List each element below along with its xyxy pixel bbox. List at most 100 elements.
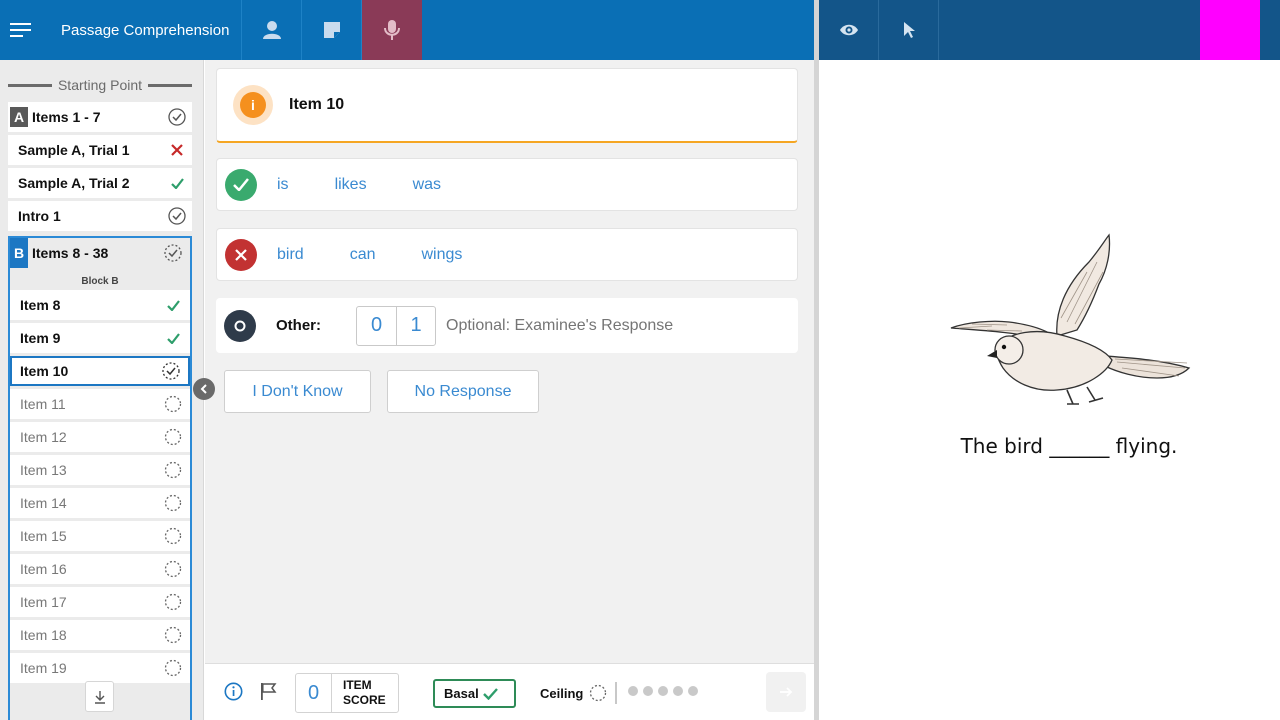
flag-button[interactable]	[260, 682, 277, 701]
sidebar-item-label: Item 17	[20, 594, 67, 610]
checkmark-icon	[156, 299, 190, 311]
stimulus-toolbar	[819, 0, 1280, 60]
x-icon	[162, 144, 192, 156]
response-word[interactable]: bird	[277, 246, 304, 264]
correct-icon	[225, 168, 257, 201]
sidebar-item-label: Item 15	[20, 528, 67, 544]
stimulus-sentence: The bird ______ flying.	[960, 434, 1178, 458]
item-score-box: 0 ITEM SCORE	[295, 673, 399, 713]
flag-icon	[261, 683, 277, 700]
notes-button[interactable]	[302, 0, 362, 60]
sidebar-item-label: Sample A, Trial 1	[18, 142, 130, 158]
sidebar-item-19[interactable]: Item 19	[10, 653, 190, 683]
top-toolbar: Passage Comprehension	[0, 0, 814, 60]
starting-point-label: Starting Point	[8, 76, 192, 94]
no-response-button[interactable]: No Response	[387, 370, 539, 413]
collapse-sidebar-button[interactable]	[193, 378, 215, 400]
view-button[interactable]	[819, 0, 879, 60]
score-1-button[interactable]: 1	[396, 306, 435, 345]
pending-circle-icon	[156, 395, 190, 413]
sidebar-item-label: Item 14	[20, 495, 67, 511]
sidebar-item-9[interactable]: Item 9	[10, 323, 190, 353]
other-icon	[224, 309, 256, 342]
sidebar-item-label: Item 9	[20, 330, 61, 346]
correct-responses-card: is likes was	[216, 158, 798, 211]
other-response-card: Other: 0 1	[216, 298, 798, 353]
block-a-badge: A	[10, 107, 28, 127]
pending-circle-icon	[156, 593, 190, 611]
pointer-button[interactable]	[879, 0, 939, 60]
response-word[interactable]: likes	[335, 176, 367, 194]
incorrect-icon	[225, 238, 257, 271]
pending-circle-icon	[156, 494, 190, 512]
incorrect-responses-card: bird can wings	[216, 228, 798, 281]
pending-circle-icon	[156, 527, 190, 545]
progress-dot	[688, 686, 698, 696]
response-word[interactable]: was	[413, 176, 441, 194]
progress-dot	[628, 686, 638, 696]
download-button[interactable]	[85, 681, 114, 712]
response-word[interactable]: wings	[421, 246, 462, 264]
sidebar-item-17[interactable]: Item 17	[10, 587, 190, 617]
other-score-selector: 0 1	[356, 305, 436, 346]
sidebar-item-15[interactable]: Item 15	[10, 521, 190, 551]
progress-dot	[643, 686, 653, 696]
in-progress-icon	[156, 244, 190, 262]
divider-line	[148, 83, 192, 87]
dont-know-button[interactable]: I Don't Know	[224, 370, 371, 413]
next-item-button[interactable]	[766, 672, 806, 712]
ceiling-indicator: Ceiling	[540, 680, 607, 706]
checkmark-icon	[162, 177, 192, 189]
block-b-badge: B	[10, 238, 28, 268]
sidebar-item-18[interactable]: Item 18	[10, 620, 190, 650]
block-a-header[interactable]: A Items 1 - 7	[8, 102, 192, 132]
check-circle-icon	[162, 207, 192, 225]
menu-button[interactable]	[0, 0, 42, 60]
info-button[interactable]	[224, 682, 243, 701]
sidebar-item-label: Item 11	[20, 396, 66, 412]
sidebar-item-label: Item 18	[20, 627, 67, 643]
checkmark-icon	[482, 687, 498, 700]
scoring-panel: i Item 10 is likes was bird can wings Ot…	[205, 60, 814, 663]
checkmark-icon	[156, 332, 190, 344]
magenta-marker	[1200, 0, 1260, 60]
response-word[interactable]: is	[277, 176, 289, 194]
sidebar-item-8[interactable]: Item 8	[10, 290, 190, 320]
examinee-response-input[interactable]	[446, 316, 766, 335]
sidebar-item-label: Intro 1	[18, 208, 61, 224]
sidebar-item-label: Item 12	[20, 429, 67, 445]
sidebar-item-16[interactable]: Item 16	[10, 554, 190, 584]
record-button[interactable]	[362, 0, 422, 60]
info-badge[interactable]: i	[233, 85, 273, 125]
note-icon	[323, 22, 340, 38]
item-score-label-line: SCORE	[343, 693, 386, 707]
item-header-card: i Item 10	[216, 68, 798, 143]
examinee-button[interactable]	[242, 0, 302, 60]
pending-circle-icon	[156, 461, 190, 479]
sidebar-item-intro-1[interactable]: Intro 1	[8, 201, 192, 231]
sidebar-item-label: Item 8	[20, 297, 61, 313]
sidebar-item-11[interactable]: Item 11	[10, 389, 190, 419]
sidebar-item-label: Item 10	[20, 363, 69, 379]
sidebar-item-13[interactable]: Item 13	[10, 455, 190, 485]
sidebar-item-label: Item 16	[20, 561, 67, 577]
sidebar-item-12[interactable]: Item 12	[10, 422, 190, 452]
basal-indicator: Basal	[433, 679, 516, 708]
starting-point-text: Starting Point	[57, 77, 143, 93]
arrow-right-icon	[780, 687, 793, 697]
pointer-icon	[903, 22, 915, 38]
response-word[interactable]: can	[350, 246, 376, 264]
sidebar-item-10[interactable]: Item 10	[10, 356, 190, 386]
item-navigation-sidebar: Starting Point A Items 1 - 7 Sample A, T…	[0, 60, 204, 720]
block-b-header[interactable]: B Items 8 - 38	[10, 238, 190, 268]
sidebar-item-sample-a-trial-2[interactable]: Sample A, Trial 2	[8, 168, 192, 198]
correct-words: is likes was	[277, 176, 487, 194]
download-icon	[94, 690, 105, 704]
info-circle-icon	[224, 682, 243, 701]
sidebar-item-sample-a-trial-1[interactable]: Sample A, Trial 1	[8, 135, 192, 165]
score-0-button[interactable]: 0	[357, 307, 396, 345]
item-score-label-line: ITEM	[343, 678, 372, 692]
pending-circle-icon	[156, 560, 190, 578]
in-progress-icon	[154, 362, 188, 380]
sidebar-item-14[interactable]: Item 14	[10, 488, 190, 518]
